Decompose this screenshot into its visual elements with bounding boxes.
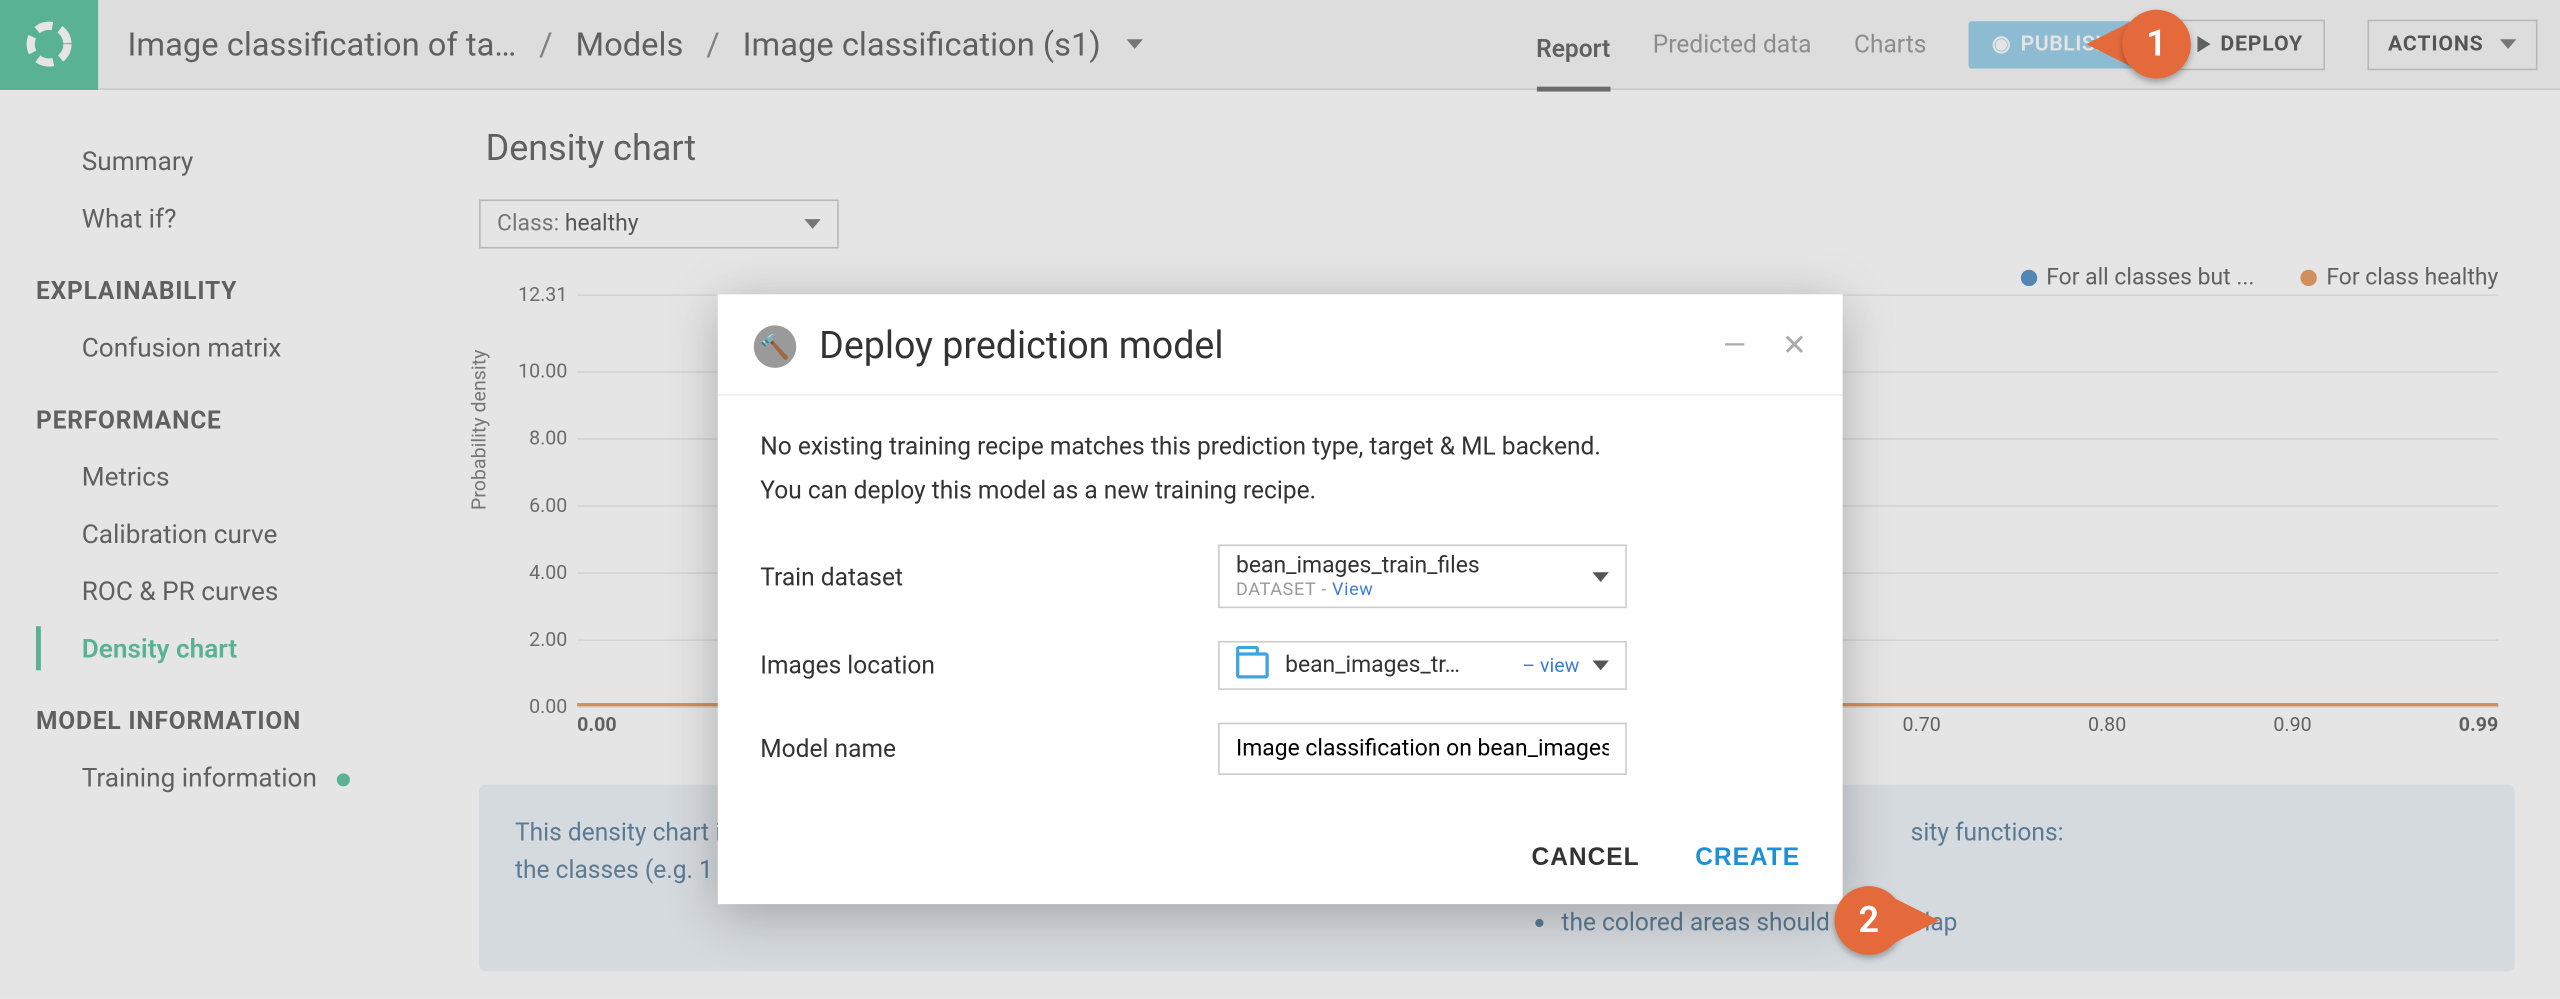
deploy-modal: 🔨 Deploy prediction model — ✕ No existin… — [718, 294, 1843, 904]
close-icon[interactable]: ✕ — [1782, 329, 1807, 363]
cancel-button[interactable]: CANCEL — [1532, 844, 1640, 872]
modal-message: No existing training recipe matches this… — [760, 428, 1800, 465]
model-name-input[interactable] — [1218, 723, 1627, 775]
folder-icon — [1236, 652, 1269, 678]
modal-title: Deploy prediction model — [819, 324, 1223, 368]
field-label-images-location: Images location — [760, 651, 1218, 680]
modal-message: You can deploy this model as a new train… — [760, 472, 1800, 509]
minimize-icon[interactable]: — — [1723, 329, 1746, 363]
images-location-select[interactable]: bean_images_tr… – view — [1218, 641, 1627, 690]
view-link[interactable]: – view — [1522, 654, 1579, 677]
field-sub: DATASET — [1236, 579, 1316, 600]
chevron-down-icon — [1592, 661, 1608, 671]
chevron-down-icon — [1592, 571, 1608, 581]
create-button[interactable]: CREATE — [1695, 844, 1800, 872]
field-value: bean_images_tr… — [1285, 652, 1460, 678]
deploy-icon: 🔨 — [754, 325, 797, 368]
train-dataset-select[interactable]: bean_images_train_files DATASET - View — [1218, 544, 1627, 608]
field-label-train-dataset: Train dataset — [760, 562, 1218, 591]
field-label-model-name: Model name — [760, 734, 1218, 763]
field-value: bean_images_train_files — [1236, 553, 1480, 579]
view-link[interactable]: View — [1332, 579, 1374, 600]
